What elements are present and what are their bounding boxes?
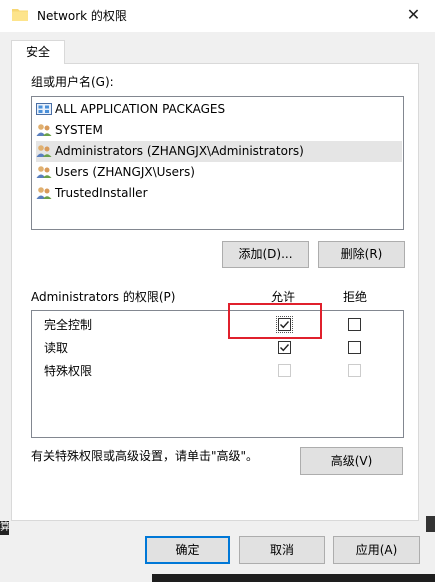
list-item-label: Administrators (ZHANGJX\Administrators) (55, 144, 304, 158)
advanced-note: 有关特殊权限或高级设置，请单击"高级"。 (31, 449, 259, 463)
app-packages-icon (36, 103, 52, 115)
background-taskbar-fragment (152, 574, 435, 582)
check-icon (280, 344, 290, 352)
tab-security[interactable]: 安全 (11, 40, 65, 64)
background-window-edge (426, 516, 435, 532)
list-item-label: TrustedInstaller (55, 186, 148, 200)
list-item[interactable]: ALL APPLICATION PACKAGES (36, 99, 402, 120)
cancel-button[interactable]: 取消 (239, 536, 325, 564)
ok-button[interactable]: 确定 (145, 536, 230, 564)
annotation-highlight (228, 303, 322, 339)
permissions-label: Administrators 的权限(P) (31, 290, 176, 304)
list-item-label: Users (ZHANGJX\Users) (55, 165, 195, 179)
permission-name: 完全控制 (44, 318, 93, 332)
users-icon (36, 187, 52, 199)
apply-button[interactable]: 应用(A) (333, 536, 420, 564)
list-item-selected[interactable]: Administrators (ZHANGJX\Administrators) (36, 141, 402, 162)
list-item-label: SYSTEM (55, 123, 103, 137)
list-item[interactable]: TrustedInstaller (36, 183, 402, 204)
list-item[interactable]: SYSTEM (36, 120, 402, 141)
list-item[interactable]: Users (ZHANGJX\Users) (36, 162, 402, 183)
permission-name: 特殊权限 (44, 364, 93, 378)
users-icon (36, 124, 52, 136)
groups-label: 组或用户名(G): (31, 75, 114, 89)
background-window-fragment: 算 (0, 521, 9, 535)
deny-column-header: 拒绝 (343, 290, 368, 304)
list-item-label: ALL APPLICATION PACKAGES (55, 102, 226, 116)
window-title: Network 的权限 (37, 9, 127, 23)
folder-icon (12, 9, 28, 21)
remove-button[interactable]: 删除(R) (318, 241, 405, 268)
allow-read-checkbox[interactable] (278, 341, 291, 354)
deny-special-checkbox (348, 364, 361, 377)
groups-listbox[interactable]: ALL APPLICATION PACKAGES SYSTEM Administ… (31, 96, 404, 230)
deny-full-control-checkbox[interactable] (348, 318, 361, 331)
add-button[interactable]: 添加(D)... (222, 241, 309, 268)
advanced-button[interactable]: 高级(V) (300, 447, 403, 475)
permissions-list: 完全控制 读取 特殊权限 (31, 310, 404, 438)
deny-read-checkbox[interactable] (348, 341, 361, 354)
allow-special-checkbox (278, 364, 291, 377)
permission-name: 读取 (44, 341, 69, 355)
close-button[interactable]: ✕ (392, 0, 435, 32)
users-icon (36, 145, 52, 157)
users-icon (36, 166, 52, 178)
